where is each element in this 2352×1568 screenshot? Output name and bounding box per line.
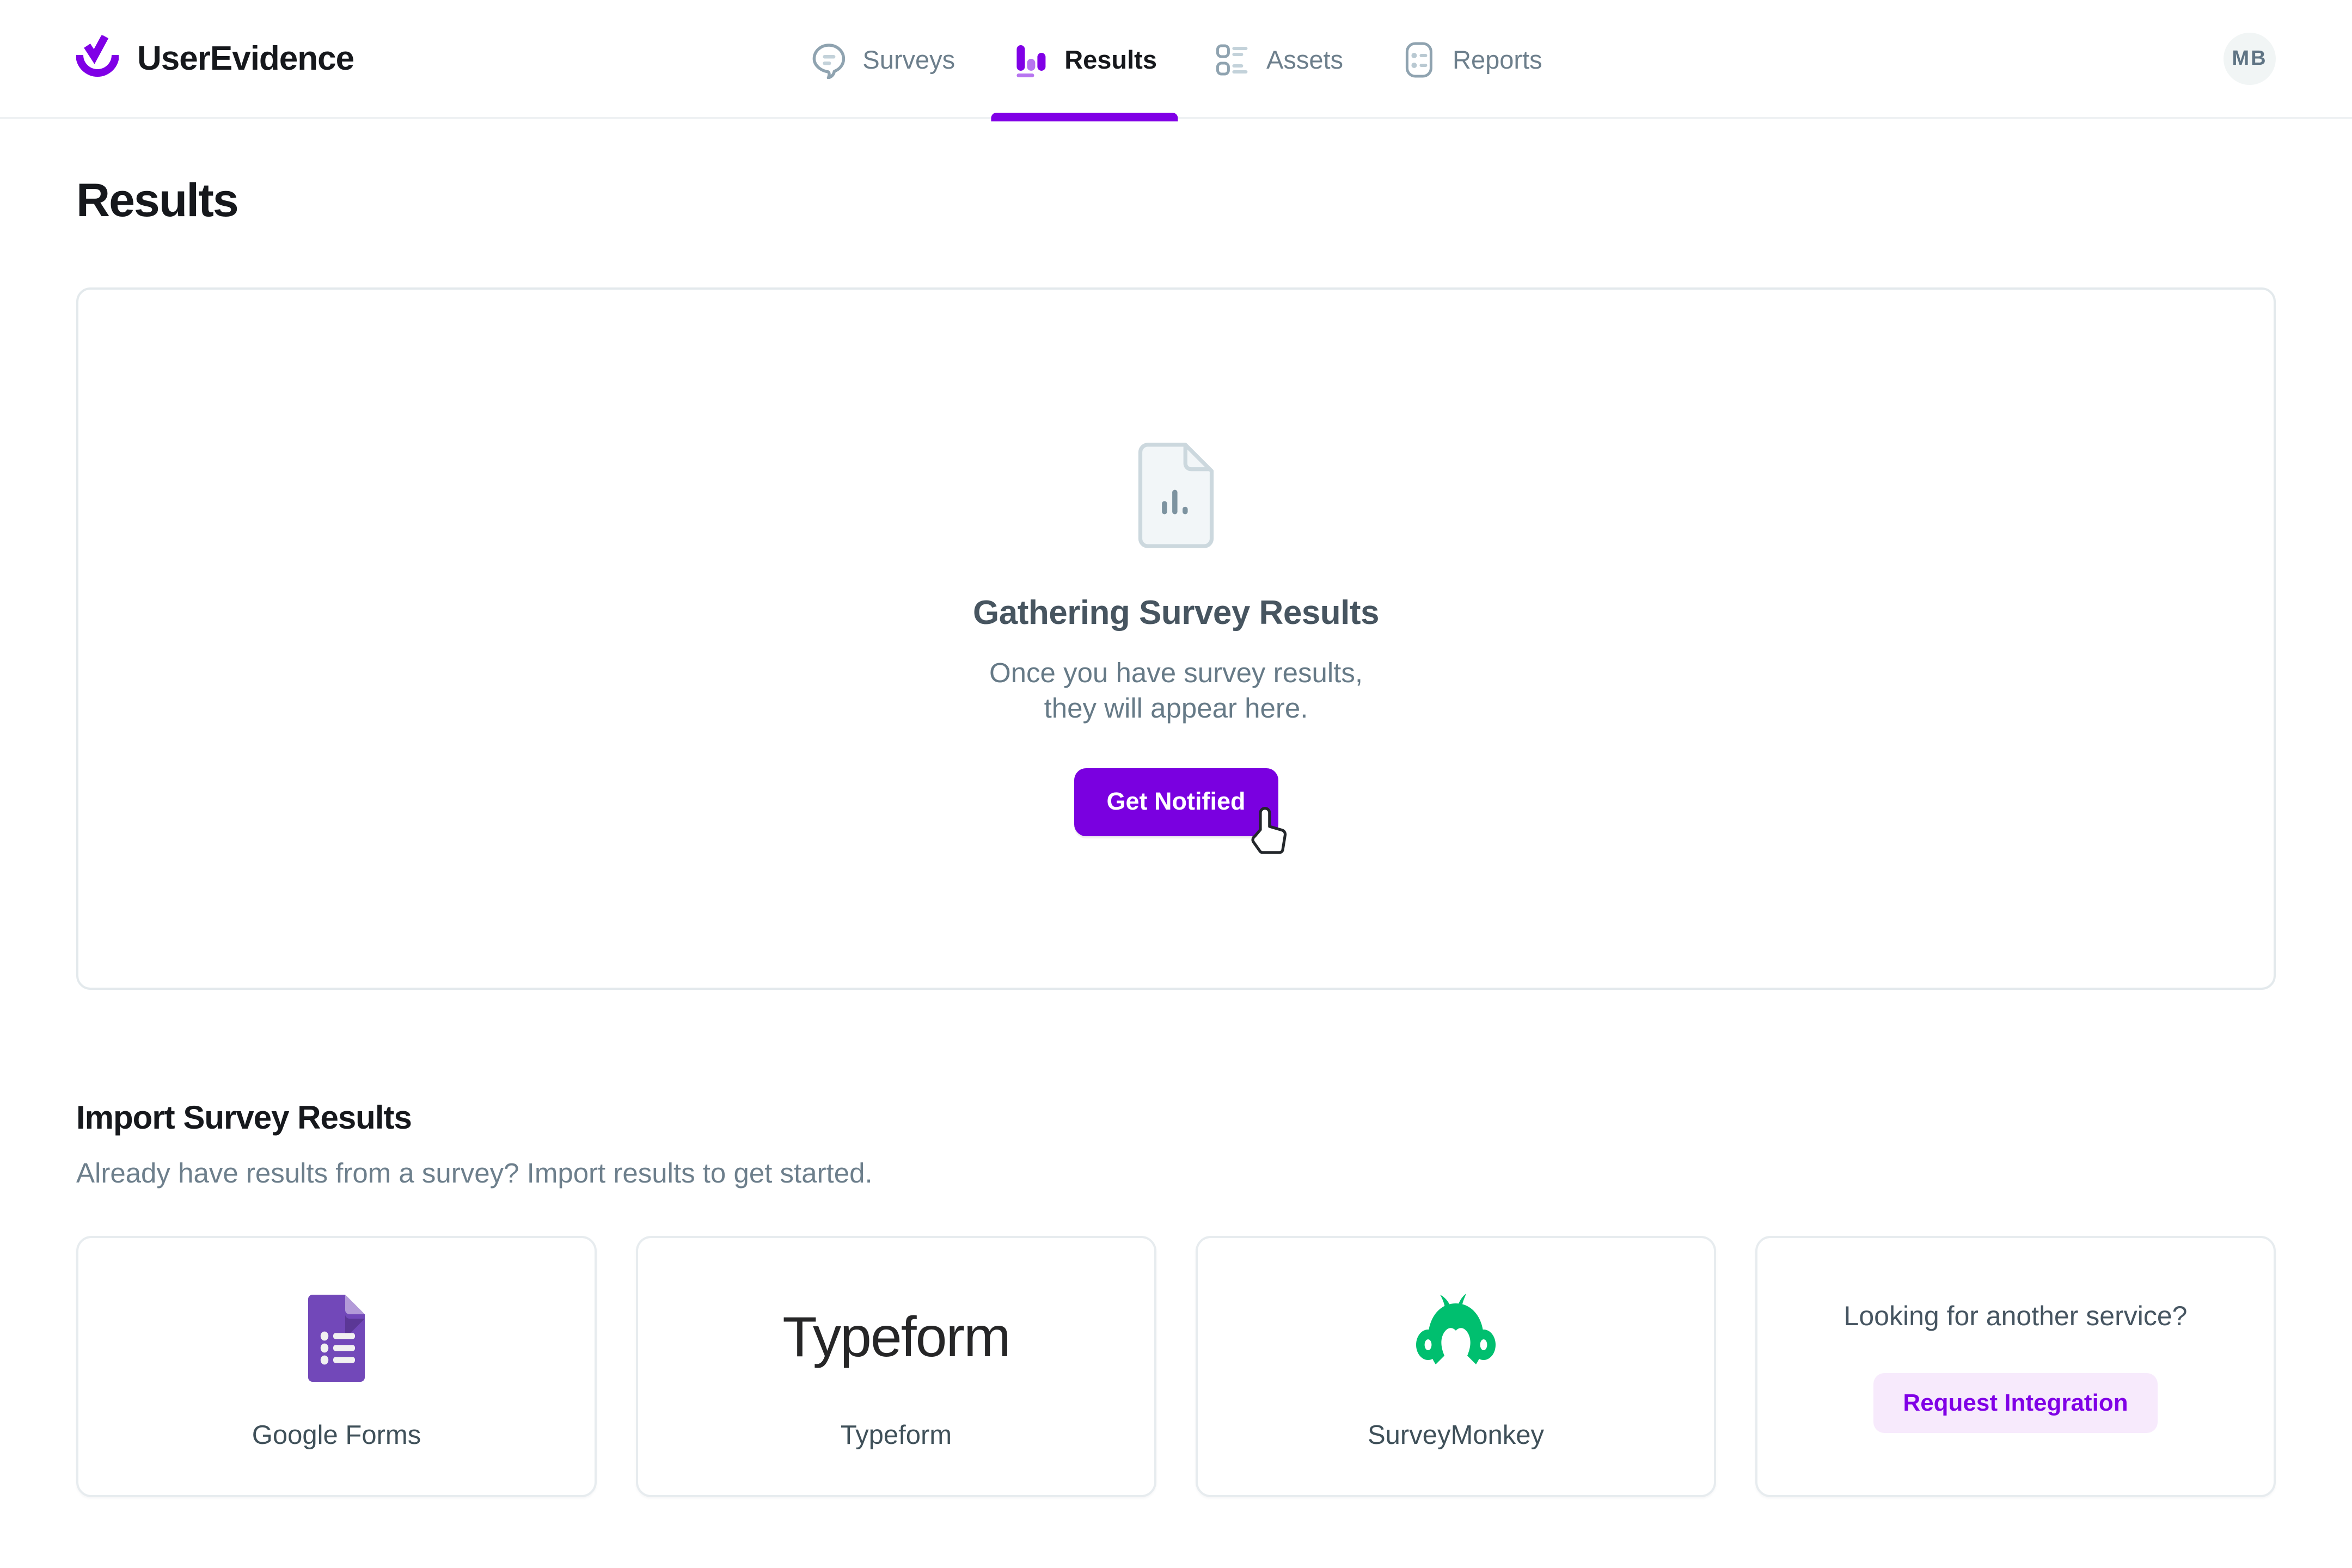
brand-logo-link[interactable]: UserEvidence	[76, 35, 354, 82]
typeform-wordmark: Typeform	[782, 1305, 1010, 1369]
card-label: SurveyMonkey	[1367, 1420, 1545, 1450]
empty-state-description: Once you have survey results, they will …	[989, 655, 1363, 726]
get-notified-button[interactable]: Get Notified	[1074, 768, 1278, 837]
integration-card-typeform[interactable]: Typeform Typeform	[636, 1236, 1156, 1497]
bar-chart-results-icon	[1012, 41, 1050, 79]
card-art	[302, 1283, 371, 1392]
app-header: UserEvidence Surveys Results Assets Repo…	[0, 0, 2352, 121]
active-tab-underline	[991, 113, 1178, 121]
get-notified-wrapper: Get Notified	[1074, 768, 1287, 854]
document-bar-chart-icon	[1131, 441, 1221, 550]
card-label: Google Forms	[252, 1420, 421, 1450]
nav-item-results[interactable]: Results	[983, 0, 1185, 121]
empty-state-title: Gathering Survey Results	[972, 593, 1380, 632]
empty-state-description-line-2: they will appear here.	[1044, 693, 1308, 724]
checklist-assets-icon	[1214, 41, 1252, 79]
speech-bubble-survey-icon	[810, 41, 848, 79]
main-content: Results Gathering Survey Results Once yo…	[0, 174, 2352, 1497]
brand-name: UserEvidence	[137, 40, 354, 77]
request-prompt: Looking for another service?	[1843, 1301, 2188, 1331]
nav-item-label: Assets	[1266, 45, 1344, 74]
checkmark-in-arc-logo-icon	[76, 35, 119, 82]
import-section-subheading: Already have results from a survey? Impo…	[76, 1157, 873, 1189]
card-art: Typeform	[782, 1283, 1010, 1392]
page-title: Results	[76, 174, 239, 226]
card-art	[1413, 1283, 1499, 1392]
integration-card-request: Looking for another service? Request Int…	[1755, 1236, 2276, 1497]
nav-item-surveys[interactable]: Surveys	[781, 0, 983, 119]
integration-card-row: Google Forms Typeform Typeform SurveyMon…	[76, 1236, 2276, 1497]
card-label: Typeform	[840, 1420, 952, 1450]
nav-item-label: Results	[1064, 45, 1157, 74]
avatar[interactable]: MB	[2224, 32, 2276, 85]
nav-item-reports[interactable]: Reports	[1371, 0, 1571, 119]
integration-card-google-forms[interactable]: Google Forms	[76, 1236, 597, 1497]
surveymonkey-icon	[1413, 1293, 1499, 1382]
google-forms-icon	[302, 1290, 371, 1385]
main-nav: Surveys Results Assets Reports	[781, 0, 1571, 121]
empty-state-card: Gathering Survey Results Once you have s…	[76, 287, 2276, 990]
empty-state-description-line-1: Once you have survey results,	[989, 657, 1363, 688]
nav-item-assets[interactable]: Assets	[1185, 0, 1371, 119]
document-reports-icon	[1400, 41, 1438, 79]
request-integration-button[interactable]: Request Integration	[1873, 1373, 2158, 1433]
integration-card-surveymonkey[interactable]: SurveyMonkey	[1196, 1236, 1716, 1497]
nav-item-label: Reports	[1453, 45, 1542, 74]
nav-item-label: Surveys	[862, 45, 955, 74]
import-section-heading: Import Survey Results	[76, 1099, 412, 1136]
